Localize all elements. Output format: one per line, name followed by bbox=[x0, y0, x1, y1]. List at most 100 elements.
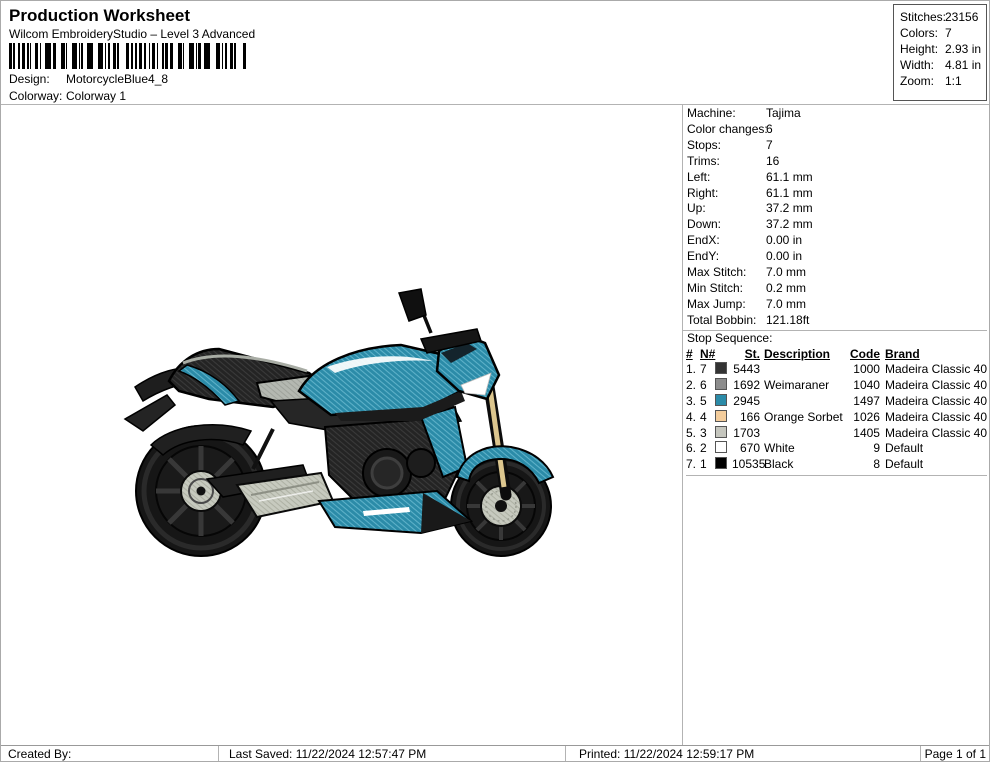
rear-shock bbox=[253, 429, 273, 469]
thread-brand: Madeira Classic 40 bbox=[885, 394, 987, 410]
machine-info-label: Up: bbox=[687, 201, 766, 217]
machine-info-value: 0.2 mm bbox=[766, 281, 806, 295]
last-saved-cell: Last Saved: 11/22/2024 12:57:47 PM bbox=[219, 746, 566, 762]
thread-code: 9 bbox=[844, 441, 880, 457]
machine-info-list: Machine:Tajima Color changes:6 Stops:7 T… bbox=[683, 105, 987, 329]
stop-sequence-row: 7. 1 10535 Black 8 Default bbox=[686, 457, 987, 473]
machine-info-row: EndY:0.00 in bbox=[687, 249, 987, 265]
thread-code: 8 bbox=[844, 457, 880, 473]
machine-info-value: 61.1 mm bbox=[766, 170, 813, 184]
machine-info-value: 0.00 in bbox=[766, 233, 802, 247]
design-name-row: Design:MotorcycleBlue4_8 bbox=[9, 72, 168, 86]
thread-code: 1497 bbox=[844, 394, 880, 410]
stop-number: 2. bbox=[686, 378, 700, 394]
machine-info-label: Left: bbox=[687, 170, 766, 186]
needle-number: 4 bbox=[700, 410, 715, 426]
machine-info-row: Min Stitch:0.2 mm bbox=[687, 281, 987, 297]
thread-color-swatch bbox=[715, 457, 727, 469]
stop-sequence-table: # N# St. Description Code Brand 1. 7 544… bbox=[683, 347, 987, 476]
stat-value: 4.81 in bbox=[945, 58, 981, 72]
design-canvas bbox=[2, 105, 682, 745]
thread-color-swatch bbox=[715, 410, 727, 422]
stop-number: 3. bbox=[686, 394, 700, 410]
thread-color-swatch bbox=[715, 441, 727, 453]
machine-info-label: EndX: bbox=[687, 233, 766, 249]
thread-brand: Default bbox=[885, 441, 923, 457]
software-subtitle: Wilcom EmbroideryStudio – Level 3 Advanc… bbox=[9, 27, 255, 41]
colorway-row: Colorway:Colorway 1 bbox=[9, 89, 126, 103]
machine-info-label: Max Stitch: bbox=[687, 265, 766, 281]
stitch-count: 1703 bbox=[732, 426, 760, 442]
stop-sequence-row: 2. 6 1692 Weimaraner 1040 Madeira Classi… bbox=[686, 378, 987, 394]
footer-bar: Created By: Last Saved: 11/22/2024 12:57… bbox=[1, 745, 990, 762]
machine-info-value: 6 bbox=[766, 122, 773, 136]
machine-info-row: Machine:Tajima bbox=[687, 106, 987, 122]
design-label: Design: bbox=[9, 72, 66, 86]
thread-color-swatch bbox=[715, 378, 727, 390]
machine-info-value: 61.1 mm bbox=[766, 186, 813, 200]
stitch-count: 166 bbox=[732, 410, 760, 426]
stat-label: Zoom: bbox=[900, 73, 945, 89]
colorway-value: Colorway 1 bbox=[66, 89, 126, 103]
machine-info-label: Trims: bbox=[687, 154, 766, 170]
thread-code: 1040 bbox=[844, 378, 880, 394]
design-value: MotorcycleBlue4_8 bbox=[66, 72, 168, 86]
stat-row: Stitches:23156 bbox=[900, 9, 986, 25]
stat-label: Stitches: bbox=[900, 9, 945, 25]
stop-number: 5. bbox=[686, 426, 700, 442]
stop-sequence-bottom-rule bbox=[686, 475, 987, 476]
stop-sequence-row: 1. 7 5443 1000 Madeira Classic 40 bbox=[686, 362, 987, 378]
stop-number: 6. bbox=[686, 441, 700, 457]
machine-info-row: Color changes:6 bbox=[687, 122, 987, 138]
machine-info-row: Stops:7 bbox=[687, 138, 987, 154]
stop-number: 1. bbox=[686, 362, 700, 378]
machine-info-label: EndY: bbox=[687, 249, 766, 265]
machine-info-row: Max Stitch:7.0 mm bbox=[687, 265, 987, 281]
belly-pan bbox=[319, 491, 471, 533]
col-hash: # bbox=[686, 347, 693, 361]
machine-info-value: 0.00 in bbox=[766, 249, 802, 263]
colorway-label: Colorway: bbox=[9, 89, 66, 103]
thread-color-swatch bbox=[715, 426, 727, 438]
thread-description: Weimaraner bbox=[764, 378, 844, 394]
stitch-count: 1692 bbox=[732, 378, 760, 394]
col-brand: Brand bbox=[885, 347, 920, 361]
thread-color-swatch bbox=[715, 394, 727, 406]
thread-brand: Madeira Classic 40 bbox=[885, 378, 987, 394]
machine-info-row: Up:37.2 mm bbox=[687, 201, 987, 217]
machine-info-value: 37.2 mm bbox=[766, 201, 813, 215]
stat-label: Colors: bbox=[900, 25, 945, 41]
mirror bbox=[399, 289, 426, 321]
needle-number: 1 bbox=[700, 457, 715, 473]
tail-fin-lower bbox=[125, 395, 175, 431]
stitch-count: 5443 bbox=[732, 362, 760, 378]
stitch-count: 2945 bbox=[732, 394, 760, 410]
machine-info-value: 7.0 mm bbox=[766, 265, 806, 279]
machine-info-label: Min Stitch: bbox=[687, 281, 766, 297]
thread-brand: Madeira Classic 40 bbox=[885, 362, 987, 378]
stat-label: Width: bbox=[900, 57, 945, 73]
stop-number: 7. bbox=[686, 457, 700, 473]
col-code: Code bbox=[850, 347, 880, 361]
stat-value: 1:1 bbox=[945, 74, 962, 88]
stat-value: 7 bbox=[945, 26, 952, 40]
machine-info-value: 7.0 mm bbox=[766, 297, 806, 311]
machine-info-panel: Machine:Tajima Color changes:6 Stops:7 T… bbox=[683, 105, 987, 476]
machine-info-label: Total Bobbin: bbox=[687, 313, 766, 329]
thread-description: White bbox=[764, 441, 844, 457]
needle-number: 5 bbox=[700, 394, 715, 410]
stat-value: 2.93 in bbox=[945, 42, 981, 56]
stat-label: Height: bbox=[900, 41, 945, 57]
stop-sequence-row: 4. 4 166 Orange Sorbet 1026 Madeira Clas… bbox=[686, 410, 987, 426]
machine-info-row: Trims:16 bbox=[687, 154, 987, 170]
stat-row: Zoom:1:1 bbox=[900, 73, 986, 89]
thread-description: Black bbox=[764, 457, 844, 473]
thread-brand: Madeira Classic 40 bbox=[885, 426, 987, 442]
machine-info-label: Color changes: bbox=[687, 122, 766, 138]
thread-code: 1000 bbox=[844, 362, 880, 378]
machine-info-value: 37.2 mm bbox=[766, 217, 813, 231]
needle-number: 3 bbox=[700, 426, 715, 442]
col-needle: N# bbox=[700, 347, 715, 361]
stop-sequence-row: 5. 3 1703 1405 Madeira Classic 40 bbox=[686, 426, 987, 442]
machine-info-row: Left:61.1 mm bbox=[687, 170, 987, 186]
